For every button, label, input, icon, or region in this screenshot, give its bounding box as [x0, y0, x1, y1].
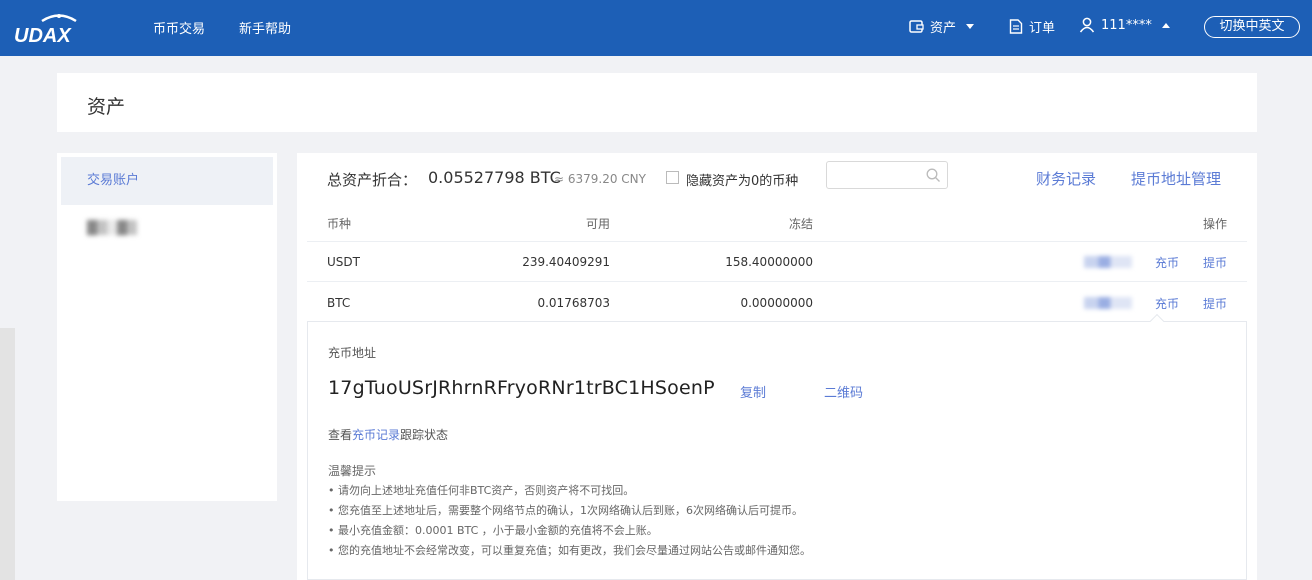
row-usdt-available: 239.40409291	[522, 255, 610, 269]
left-edge-strip	[0, 328, 15, 580]
hide-zero-label[interactable]: 隐藏资产为0的币种	[686, 170, 798, 189]
chevron-up-icon	[1161, 22, 1170, 28]
sidebar: 交易账户 █▒░█▒	[57, 153, 277, 501]
total-assets-btc: 0.05527798 BTC	[428, 168, 561, 187]
row-divider	[307, 281, 1247, 282]
nav-assets-menu[interactable]: 资产	[909, 17, 975, 36]
deposit-panel: 充币地址 17gTuoUSrJRhrnRFryoRNr1trBC1HSoenP …	[307, 321, 1247, 580]
row-btc-withdraw-link[interactable]: 提币	[1203, 295, 1227, 312]
nav-help[interactable]: 新手帮助	[239, 18, 291, 37]
currency-search[interactable]	[826, 161, 948, 189]
sidebar-item-trading-account[interactable]: 交易账户	[61, 157, 273, 205]
hide-zero-checkbox[interactable]	[666, 171, 679, 184]
wallet-icon	[909, 20, 924, 33]
row-btc-deposit-link[interactable]: 充币	[1155, 295, 1179, 312]
row-divider	[307, 241, 1247, 242]
top-nav-bar: UDAX 币币交易 新手帮助 资产 订单 111**** 切换中英文	[0, 0, 1312, 56]
total-assets-cny: ≈ 6379.20 CNY	[554, 172, 646, 186]
tip-item: • 您充值至上述地址后，需要整个网络节点的确认，1次网络确认后到账，6次网络确认…	[328, 504, 803, 517]
col-header-currency: 币种	[327, 217, 352, 231]
qr-code-button[interactable]: 二维码	[824, 382, 863, 401]
user-name: 111****	[1101, 17, 1152, 33]
svg-text:UDAX: UDAX	[14, 25, 72, 45]
language-toggle-button[interactable]: 切换中英文	[1204, 16, 1300, 38]
nav-orders[interactable]: 订单	[1009, 17, 1055, 36]
col-header-action: 操作	[1203, 217, 1228, 231]
row-usdt-blurred-action[interactable]	[1084, 256, 1132, 268]
sidebar-item-blurred[interactable]: █▒░█▒	[61, 205, 273, 253]
page-title-card: 资产	[57, 73, 1257, 132]
search-input[interactable]	[833, 162, 929, 188]
tip-item: • 最小充值金额：0.0001 BTC ，小于最小金额的充值将不会上账。	[328, 524, 658, 537]
tip-item: • 您的充值地址不会经常改变，可以重复充值；如有更改，我们会尽量通过网站公告或邮…	[328, 544, 811, 557]
row-usdt-withdraw-link[interactable]: 提币	[1203, 254, 1227, 271]
assets-panel: 总资产折合： 0.05527798 BTC ≈ 6379.20 CNY 隐藏资产…	[297, 153, 1257, 580]
deposit-address: 17gTuoUSrJRhrnRFryoRNr1trBC1HSoenP	[328, 377, 715, 399]
user-icon	[1079, 17, 1095, 33]
tip-item: • 请勿向上述地址充值任何非BTC资产，否则资产将不可找回。	[328, 484, 635, 497]
row-usdt-currency: USDT	[327, 255, 360, 269]
finance-records-link[interactable]: 财务记录	[1036, 168, 1096, 189]
total-assets-label: 总资产折合：	[327, 171, 418, 189]
nav-spot-trading[interactable]: 币币交易	[153, 18, 205, 37]
deposit-track-text: 查看充币记录跟踪状态	[328, 426, 448, 443]
row-usdt-frozen: 158.40000000	[725, 255, 813, 269]
withdraw-address-link[interactable]: 提币地址管理	[1131, 168, 1221, 189]
nav-orders-label: 订单	[1029, 21, 1056, 36]
col-header-frozen: 冻结	[788, 217, 813, 231]
chevron-down-icon	[966, 24, 975, 29]
nav-assets-label: 资产	[930, 21, 957, 36]
row-btc-frozen: 0.00000000	[740, 296, 813, 310]
row-usdt-deposit-link[interactable]: 充币	[1155, 254, 1179, 271]
col-header-available: 可用	[585, 217, 610, 231]
document-icon	[1009, 19, 1023, 34]
track-prefix: 查看	[328, 428, 353, 442]
deposit-records-link[interactable]: 充币记录	[352, 428, 400, 442]
tips-title: 温馨提示	[328, 464, 377, 478]
row-btc-currency: BTC	[327, 296, 351, 310]
row-btc-available: 0.01768703	[537, 296, 610, 310]
copy-address-button[interactable]: 复制	[740, 382, 766, 401]
search-icon[interactable]	[926, 168, 941, 183]
row-btc-blurred-action[interactable]	[1084, 297, 1132, 309]
nav-user-menu[interactable]: 111****	[1079, 17, 1170, 33]
page-title: 资产	[87, 96, 126, 118]
deposit-address-label: 充币地址	[328, 346, 377, 360]
udax-logo[interactable]: UDAX	[14, 11, 104, 45]
track-suffix: 跟踪状态	[400, 428, 449, 442]
